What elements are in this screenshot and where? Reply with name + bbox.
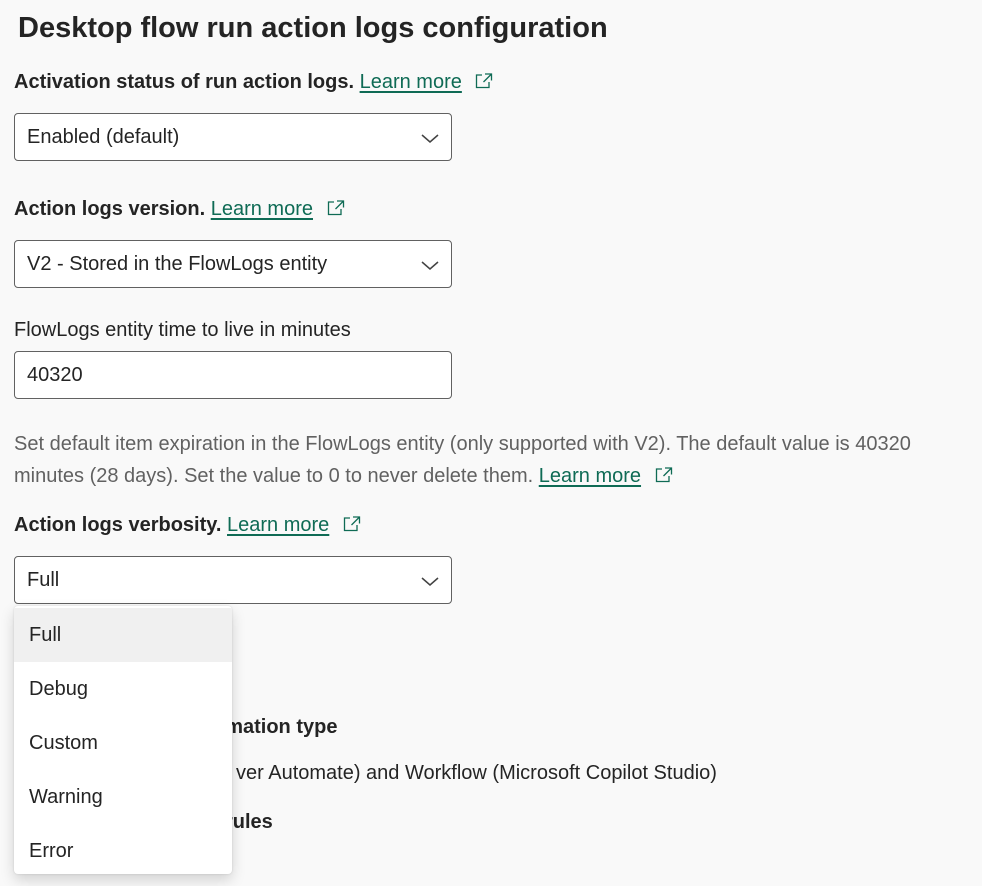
action-logs-version-dropdown[interactable]: V2 - Stored in the FlowLogs entity: [14, 240, 452, 288]
activation-status-dropdown[interactable]: Enabled (default): [14, 113, 452, 161]
ttl-input[interactable]: 40320: [14, 351, 452, 399]
rules-label: rules: [225, 811, 273, 833]
ttl-help-text: Set default item expiration in the FlowL…: [14, 428, 969, 493]
activation-status-label-row: Activation status of run action logs. Le…: [14, 71, 493, 95]
activation-learn-more-link[interactable]: Learn more: [360, 71, 462, 93]
external-link-icon[interactable]: [343, 515, 361, 538]
option-debug[interactable]: Debug: [14, 662, 232, 716]
verbosity-label: Action logs verbosity.: [14, 514, 222, 536]
verbosity-value: Full: [27, 568, 60, 591]
option-full[interactable]: Full: [14, 608, 232, 662]
option-error[interactable]: Error: [14, 824, 232, 874]
option-warning[interactable]: Warning: [14, 770, 232, 824]
ttl-learn-more-link[interactable]: Learn more: [539, 465, 641, 487]
ttl-input-value: 40320: [27, 363, 83, 386]
automation-type-value: ver Automate) and Workflow (Microsoft Co…: [236, 762, 717, 784]
verbosity-label-row: Action logs verbosity. Learn more: [14, 514, 361, 538]
chevron-down-icon: [420, 256, 440, 279]
page-title: Desktop flow run action logs configurati…: [18, 12, 608, 44]
external-link-icon[interactable]: [655, 461, 673, 493]
external-link-icon[interactable]: [475, 72, 493, 95]
chevron-down-icon: [420, 572, 440, 595]
ttl-help-body: Set default item expiration in the FlowL…: [14, 433, 911, 487]
version-learn-more-link[interactable]: Learn more: [211, 198, 313, 220]
activation-status-value: Enabled (default): [27, 125, 180, 148]
action-logs-version-label-row: Action logs version. Learn more: [14, 198, 345, 222]
chevron-down-icon: [420, 129, 440, 152]
verbosity-dropdown[interactable]: Full: [14, 556, 452, 604]
external-link-icon[interactable]: [327, 199, 345, 222]
verbosity-learn-more-link[interactable]: Learn more: [227, 514, 329, 536]
option-custom[interactable]: Custom: [14, 716, 232, 770]
activation-status-label: Activation status of run action logs.: [14, 71, 355, 93]
action-logs-version-label: Action logs version.: [14, 198, 206, 220]
action-logs-version-value: V2 - Stored in the FlowLogs entity: [27, 252, 328, 275]
ttl-label: FlowLogs entity time to live in minutes: [14, 319, 351, 341]
verbosity-listbox: Full Debug Custom Warning Error: [14, 606, 232, 874]
